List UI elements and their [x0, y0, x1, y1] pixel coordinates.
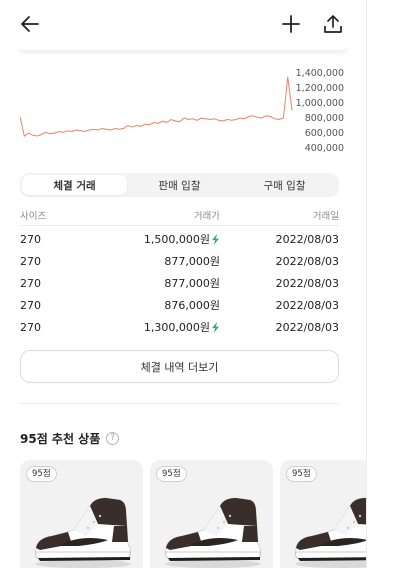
- header-shadow: [18, 44, 348, 50]
- share-button[interactable]: [319, 10, 347, 38]
- row-date: 2022/08/03: [275, 320, 339, 334]
- row-date: 2022/08/03: [275, 254, 339, 268]
- row-price: 1,300,000원: [110, 319, 220, 335]
- product-card[interactable]: 95점: [280, 460, 366, 568]
- row-size: 270: [20, 232, 41, 246]
- top-bar: [0, 0, 366, 48]
- y-tick-label: 1,200,000: [296, 83, 344, 94]
- back-button[interactable]: [16, 10, 44, 38]
- row-price: 877,000원: [110, 253, 220, 269]
- y-tick-label: 600,000: [305, 128, 344, 139]
- row-price: 1,500,000원: [110, 231, 220, 247]
- tab-buy-bids[interactable]: 구매 입찰: [232, 175, 337, 195]
- side-panel-edge: [366, 0, 399, 568]
- plus-icon: [282, 15, 300, 33]
- price-chart: 1,400,000 1,200,000 1,000,000 800,000 600,00…: [20, 68, 344, 154]
- row-price-text: 1,500,000원: [143, 233, 210, 246]
- col-price: 거래가: [193, 210, 220, 222]
- y-tick-label: 1,400,000: [296, 68, 344, 79]
- row-size: 270: [20, 298, 41, 312]
- table-row: 270 1,500,000원 2022/08/03: [20, 228, 339, 250]
- row-price-text: 1,300,000원: [143, 321, 210, 334]
- view-more-trades-button[interactable]: 체결 내역 더보기: [20, 350, 339, 383]
- y-tick-label: 1,000,000: [296, 98, 344, 109]
- row-date: 2022/08/03: [275, 298, 339, 312]
- recommend-cards: 95점 95점 95점: [20, 460, 366, 568]
- trade-table: 사이즈 거래가 거래일 270 1,500,000원 2022/08/03 270 87…: [20, 204, 339, 338]
- trade-tabs: 체결 거래 판매 입찰 구매 입찰: [20, 173, 339, 197]
- product-card[interactable]: 95점: [20, 460, 143, 568]
- sneaker-image: [294, 497, 366, 568]
- row-price: 876,000원: [110, 297, 220, 313]
- lightning-icon: [212, 321, 219, 333]
- row-size: 270: [20, 320, 41, 334]
- table-row: 270 1,300,000원 2022/08/03: [20, 316, 339, 338]
- row-date: 2022/08/03: [275, 276, 339, 290]
- price-line: [20, 76, 293, 137]
- product-card[interactable]: 95점: [150, 460, 273, 568]
- row-price: 877,000원: [110, 275, 220, 291]
- score-badge: 95점: [156, 466, 187, 482]
- y-tick-label: 400,000: [305, 143, 344, 154]
- y-tick-label: 800,000: [305, 113, 344, 124]
- row-size: 270: [20, 254, 41, 268]
- row-date: 2022/08/03: [275, 232, 339, 246]
- add-button[interactable]: [277, 10, 305, 38]
- help-icon[interactable]: ?: [106, 432, 120, 445]
- table-row: 270 876,000원 2022/08/03: [20, 294, 339, 316]
- score-badge: 95점: [286, 466, 317, 482]
- row-price-text: 877,000원: [164, 255, 220, 268]
- col-size: 사이즈: [20, 210, 47, 222]
- section-divider: [20, 403, 339, 404]
- row-size: 270: [20, 276, 41, 290]
- table-row: 270 877,000원 2022/08/03: [20, 272, 339, 294]
- row-price-text: 877,000원: [164, 277, 220, 290]
- score-badge: 95점: [26, 466, 57, 482]
- tab-sell-bids[interactable]: 판매 입찰: [127, 175, 232, 195]
- table-row: 270 877,000원 2022/08/03: [20, 250, 339, 272]
- arrow-left-icon: [21, 16, 39, 32]
- recommend-section-title: 95점 추천 상품 ?: [20, 430, 120, 447]
- lightning-icon: [212, 233, 219, 245]
- share-upload-icon: [324, 15, 342, 33]
- table-header: 사이즈 거래가 거래일: [20, 204, 339, 226]
- tab-completed-trades[interactable]: 체결 거래: [22, 175, 127, 195]
- col-date: 거래일: [312, 210, 339, 222]
- row-price-text: 876,000원: [164, 299, 220, 312]
- recommend-title-text: 95점 추천 상품: [20, 432, 101, 446]
- sneaker-image: [34, 497, 132, 568]
- sneaker-image: [164, 497, 262, 568]
